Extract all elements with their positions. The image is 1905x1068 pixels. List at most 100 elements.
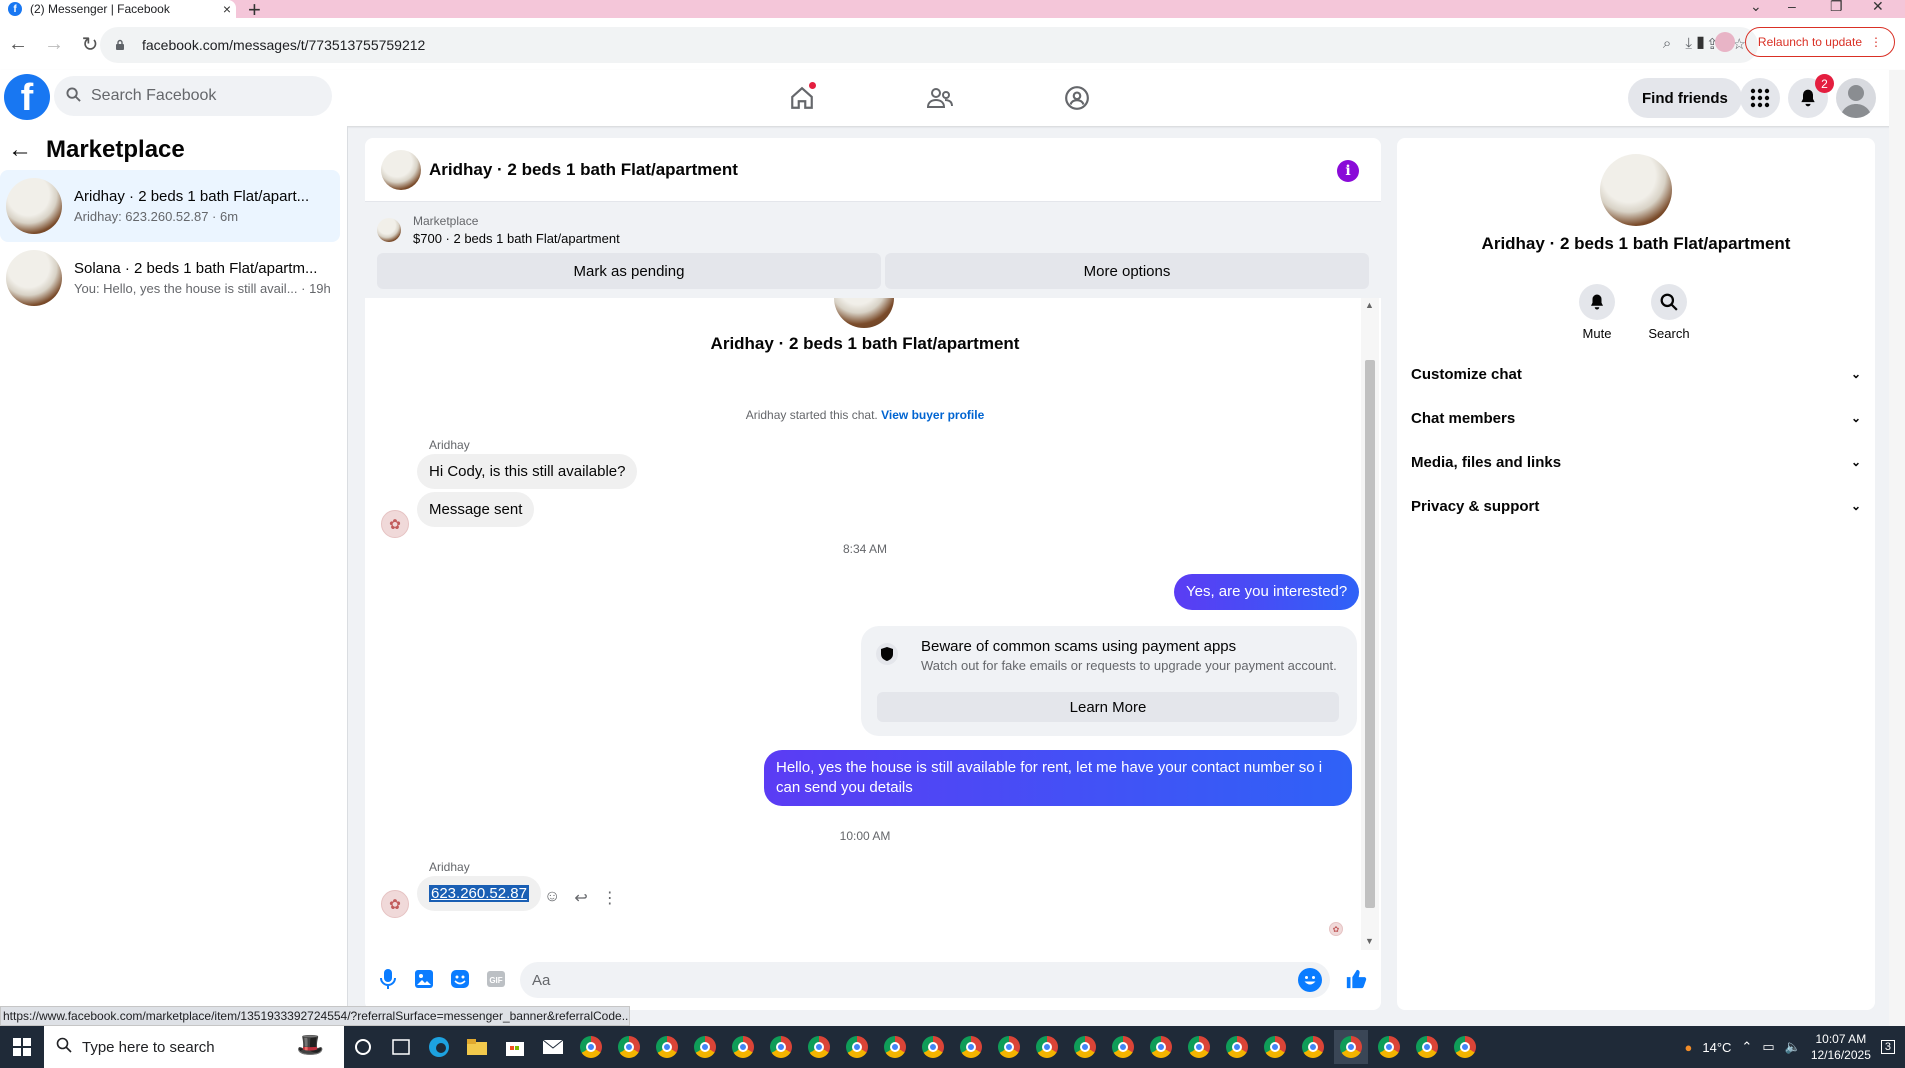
- close-tab-icon[interactable]: ×: [218, 1, 236, 17]
- zoom-search-icon[interactable]: ⌕: [1663, 35, 1671, 53]
- chrome-icon[interactable]: [764, 1030, 798, 1064]
- incoming-message[interactable]: Message sent: [417, 492, 535, 527]
- side-panel-icon[interactable]: ▮: [1696, 32, 1705, 52]
- message-input[interactable]: Aa: [520, 962, 1330, 998]
- store-icon[interactable]: [498, 1030, 532, 1064]
- windows-start-icon[interactable]: [0, 1026, 44, 1068]
- react-emoji-icon[interactable]: ☺: [544, 888, 560, 908]
- chrome-icon[interactable]: [1220, 1030, 1254, 1064]
- more-options-button[interactable]: More options: [885, 253, 1369, 289]
- taskbar-search-input[interactable]: Type here to search 🎩: [44, 1026, 344, 1068]
- cortana-icon[interactable]: [346, 1030, 380, 1064]
- incoming-message[interactable]: Hi Cody, is this still available?: [417, 454, 638, 489]
- chrome-icon[interactable]: [954, 1030, 988, 1064]
- conversation-item-aridhay[interactable]: Aridhay · 2 beds 1 bath Flat/apart... Ar…: [0, 170, 340, 242]
- chrome-icon[interactable]: [726, 1030, 760, 1064]
- chat-header-title[interactable]: Aridhay · 2 beds 1 bath Flat/apartment: [429, 160, 738, 180]
- chrome-icon[interactable]: [992, 1030, 1026, 1064]
- window-close-icon[interactable]: ✕: [1872, 0, 1884, 15]
- chrome-icon[interactable]: [650, 1030, 684, 1064]
- relaunch-button[interactable]: Relaunch to update ⋮: [1744, 27, 1895, 57]
- search-in-chat-button[interactable]: Search: [1639, 284, 1699, 341]
- tab-search-icon[interactable]: ⌄: [1750, 0, 1762, 15]
- chrome-icon[interactable]: [1448, 1030, 1482, 1064]
- chrome-icon[interactable]: [1144, 1030, 1178, 1064]
- chat-members-row[interactable]: Chat members ⌄: [1411, 400, 1861, 436]
- address-bar[interactable]: facebook.com/messages/t/7735137557592​12…: [100, 27, 1758, 63]
- sender-avatar[interactable]: ✿: [381, 890, 409, 918]
- chrome-icon[interactable]: [1030, 1030, 1064, 1064]
- page-scrollbar[interactable]: [1889, 70, 1905, 1026]
- back-icon[interactable]: ←: [0, 26, 36, 62]
- chrome-icon[interactable]: [840, 1030, 874, 1064]
- menu-grid-icon[interactable]: [1740, 78, 1780, 118]
- file-explorer-icon[interactable]: [460, 1030, 494, 1064]
- account-avatar[interactable]: [1836, 78, 1876, 118]
- chrome-icon[interactable]: [878, 1030, 912, 1064]
- task-view-icon[interactable]: [384, 1030, 418, 1064]
- chrome-icon[interactable]: [802, 1030, 836, 1064]
- chrome-icon-active[interactable]: [1334, 1030, 1368, 1064]
- mail-icon[interactable]: [536, 1030, 570, 1064]
- privacy-support-row[interactable]: Privacy & support ⌄: [1411, 488, 1861, 524]
- site-info-icon[interactable]: [114, 39, 126, 51]
- notifications-bell-icon[interactable]: 2: [1788, 74, 1834, 118]
- outgoing-message[interactable]: Hello, yes the house is still available …: [764, 750, 1352, 806]
- customize-chat-row[interactable]: Customize chat ⌄: [1411, 356, 1861, 392]
- profile-icon[interactable]: [1714, 32, 1735, 52]
- incoming-message[interactable]: 623.260.52.87: [417, 876, 541, 911]
- edge-icon[interactable]: [422, 1030, 456, 1064]
- volume-icon[interactable]: 🔈: [1785, 1039, 1801, 1055]
- mark-as-pending-button[interactable]: Mark as pending: [377, 253, 881, 289]
- sender-avatar[interactable]: ✿: [381, 510, 409, 538]
- scroll-down-icon[interactable]: ▼: [1365, 936, 1374, 946]
- scroll-up-icon[interactable]: ▲: [1365, 300, 1374, 310]
- conversation-item-solana[interactable]: Solana · 2 beds 1 bath Flat/apartm... Yo…: [0, 242, 340, 314]
- chat-header-thumbnail[interactable]: [381, 149, 421, 190]
- info-panel-thumbnail[interactable]: [1600, 154, 1672, 226]
- facebook-logo-icon[interactable]: f: [4, 74, 50, 120]
- more-actions-icon[interactable]: ⋮: [602, 888, 618, 908]
- chrome-icon[interactable]: [688, 1030, 722, 1064]
- browser-tab[interactable]: f (2) Messenger | Facebook ×: [0, 0, 236, 18]
- clock[interactable]: 10:07 AM 12/16/2025: [1811, 1031, 1871, 1063]
- chrome-icon[interactable]: [1372, 1030, 1406, 1064]
- find-friends-button[interactable]: Find friends: [1628, 78, 1742, 118]
- microphone-icon[interactable]: [375, 966, 401, 992]
- message-list[interactable]: Aridhay · 2 beds 1 bath Flat/apartment A…: [365, 298, 1365, 950]
- chrome-icon[interactable]: [916, 1030, 950, 1064]
- chrome-icon[interactable]: [574, 1030, 608, 1064]
- sticker-icon[interactable]: [447, 966, 473, 992]
- chrome-icon[interactable]: [1182, 1030, 1216, 1064]
- chrome-icon[interactable]: [1068, 1030, 1102, 1064]
- photo-icon[interactable]: [411, 966, 437, 992]
- info-icon[interactable]: i: [1337, 160, 1359, 182]
- home-icon[interactable]: [782, 80, 822, 116]
- minimize-icon[interactable]: –: [1788, 0, 1796, 14]
- friends-icon[interactable]: [920, 80, 960, 116]
- chrome-icon[interactable]: [1410, 1030, 1444, 1064]
- emoji-icon[interactable]: [1298, 968, 1322, 992]
- mute-button[interactable]: Mute: [1567, 284, 1627, 341]
- weather-temp[interactable]: 14°C: [1702, 1040, 1731, 1055]
- reply-icon[interactable]: ↩: [574, 888, 587, 908]
- tray-chevron-up-icon[interactable]: ⌃: [1741, 1039, 1752, 1055]
- outgoing-message[interactable]: Yes, are you interested?: [1174, 574, 1360, 610]
- chrome-icon[interactable]: [1296, 1030, 1330, 1064]
- network-icon[interactable]: ▭: [1762, 1039, 1774, 1055]
- media-files-links-row[interactable]: Media, files and links ⌄: [1411, 444, 1861, 480]
- chrome-icon[interactable]: [612, 1030, 646, 1064]
- thumbs-up-icon[interactable]: [1343, 966, 1369, 992]
- facebook-search-input[interactable]: Search Facebook: [54, 76, 332, 116]
- forward-icon[interactable]: →: [36, 26, 72, 62]
- install-icon[interactable]: ⤓: [1685, 35, 1692, 53]
- scrollbar-thumb[interactable]: [1365, 360, 1375, 908]
- message-scrollbar[interactable]: ▲ ▼: [1361, 298, 1379, 950]
- gif-icon[interactable]: GIF: [483, 966, 509, 992]
- view-buyer-profile-link[interactable]: View buyer profile: [881, 408, 984, 422]
- restore-icon[interactable]: ❐: [1830, 0, 1843, 15]
- listing-link[interactable]: Marketplace $700 · 2 beds 1 bath Flat/ap…: [377, 212, 620, 248]
- chrome-icon[interactable]: [1258, 1030, 1292, 1064]
- weather-icon[interactable]: ●: [1685, 1040, 1693, 1055]
- action-center-icon[interactable]: 3: [1880, 1040, 1895, 1054]
